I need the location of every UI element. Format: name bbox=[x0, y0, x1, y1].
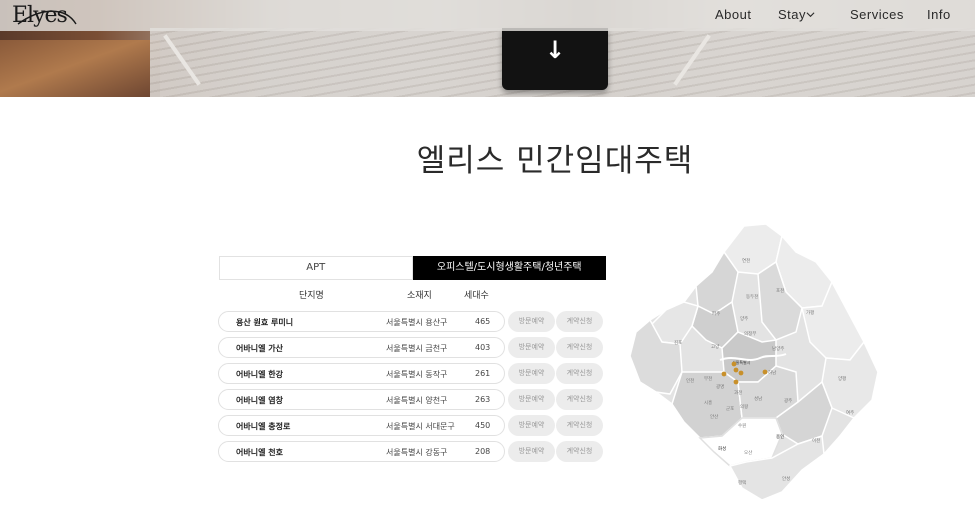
map-marker-icon[interactable] bbox=[733, 379, 739, 385]
complex-units: 261 bbox=[475, 369, 491, 378]
map-marker-icon[interactable] bbox=[721, 371, 727, 377]
visit-reservation-button[interactable]: 방문예약 bbox=[508, 415, 555, 436]
complex-units: 263 bbox=[475, 395, 491, 404]
map-label: 의왕 bbox=[740, 403, 748, 410]
visit-reservation-button[interactable]: 방문예약 bbox=[508, 441, 555, 462]
complex-name: 어바니엘 가산 bbox=[236, 344, 283, 353]
visit-reservation-button[interactable]: 방문예약 bbox=[508, 311, 555, 332]
complex-location: 서울특별시 동작구 bbox=[386, 370, 448, 379]
map-label: 양주 bbox=[740, 315, 748, 322]
complex-name: 용산 원효 루미니 bbox=[236, 318, 294, 327]
map-label: 파주 bbox=[712, 310, 720, 317]
map-label: 연천 bbox=[742, 257, 750, 264]
chevron-down-icon[interactable] bbox=[806, 10, 815, 19]
complex-units: 208 bbox=[475, 447, 491, 456]
complex-units: 450 bbox=[475, 421, 491, 430]
map-label: 광명 bbox=[716, 383, 724, 390]
map-label: 안산 bbox=[710, 413, 718, 420]
map-label: 수원 bbox=[738, 422, 746, 429]
complex-units: 465 bbox=[475, 317, 491, 326]
table-row[interactable]: 어바니엘 염창 서울특별시 양천구 263 bbox=[218, 389, 505, 410]
nav-services[interactable]: Services bbox=[850, 7, 904, 22]
table-row[interactable]: 용산 원효 루미니 서울특별시 용산구 465 bbox=[218, 311, 505, 332]
complex-location: 서울특별시 금천구 bbox=[386, 344, 448, 353]
contract-apply-button[interactable]: 계약신청 bbox=[556, 441, 603, 462]
map-label: 오산 bbox=[744, 449, 752, 456]
contract-apply-button[interactable]: 계약신청 bbox=[556, 389, 603, 410]
map-label: 부천 bbox=[704, 375, 712, 382]
table-row[interactable]: 어바니엘 천호 서울특별시 강동구 208 bbox=[218, 441, 505, 462]
complex-name: 어바니엘 천호 bbox=[236, 448, 283, 457]
map-label: 군포 bbox=[726, 406, 734, 412]
contract-apply-button[interactable]: 계약신청 bbox=[556, 311, 603, 332]
table-row[interactable]: 어바니엘 한강 서울특별시 동작구 261 bbox=[218, 363, 505, 384]
complex-location: 서울특별시 양천구 bbox=[386, 396, 448, 405]
map-label: 여주 bbox=[846, 409, 854, 416]
complex-units: 403 bbox=[475, 343, 491, 352]
header-location: 소재지 bbox=[407, 291, 432, 301]
category-tabs: APT 오피스텔/도시형생활주택/청년주택 bbox=[219, 256, 606, 280]
map-label: 이천 bbox=[812, 437, 820, 444]
gyeonggi-map: 연천 포천 동두천 파주 양주 가평 의정부 고양 남양주 김포 서울특별시 양… bbox=[629, 223, 879, 501]
complex-location: 서울특별시 강동구 bbox=[386, 448, 448, 457]
contract-apply-button[interactable]: 계약신청 bbox=[556, 337, 603, 358]
map-marker-icon[interactable] bbox=[731, 361, 737, 367]
map-label: 평택 bbox=[738, 479, 746, 486]
visit-reservation-button[interactable]: 방문예약 bbox=[508, 389, 555, 410]
header-units: 세대수 bbox=[464, 291, 489, 301]
map-label: 인천 bbox=[686, 377, 694, 384]
complex-name: 어바니엘 한강 bbox=[236, 370, 283, 379]
scroll-down-arrow-icon[interactable]: ↓ bbox=[545, 38, 565, 62]
map-marker-icon[interactable] bbox=[738, 370, 744, 376]
map-marker-icon[interactable] bbox=[733, 367, 739, 373]
hero-floor bbox=[0, 40, 160, 97]
header-complex-name: 단지명 bbox=[299, 291, 324, 301]
map-label: 김포 bbox=[674, 339, 682, 346]
nav-info[interactable]: Info bbox=[927, 7, 951, 22]
table-row[interactable]: 어바니엘 가산 서울특별시 금천구 403 bbox=[218, 337, 505, 358]
map-label: 안성 bbox=[782, 475, 790, 482]
top-nav: Elyes About Stay Services Info bbox=[0, 0, 975, 31]
map-label: 용인 bbox=[776, 433, 784, 440]
map-label: 가평 bbox=[806, 309, 814, 316]
map-label: 성남 bbox=[754, 395, 762, 402]
map-label: 남양주 bbox=[772, 345, 784, 352]
map-label: 포천 bbox=[776, 287, 784, 294]
visit-reservation-button[interactable]: 방문예약 bbox=[508, 363, 555, 384]
complex-location: 서울특별시 용산구 bbox=[386, 318, 448, 327]
map-label: 고양 bbox=[711, 343, 719, 350]
map-label: 시흥 bbox=[704, 399, 712, 406]
complex-location: 서울특별시 서대문구 bbox=[386, 422, 455, 431]
contract-apply-button[interactable]: 계약신청 bbox=[556, 415, 603, 436]
complex-name: 어바니엘 충정로 bbox=[236, 422, 291, 431]
tab-officetel[interactable]: 오피스텔/도시형생활주택/청년주택 bbox=[412, 256, 606, 280]
map-marker-icon[interactable] bbox=[762, 369, 768, 375]
nav-stay[interactable]: Stay bbox=[778, 7, 806, 22]
nav-about[interactable]: About bbox=[715, 7, 751, 22]
visit-reservation-button[interactable]: 방문예약 bbox=[508, 337, 555, 358]
table-row[interactable]: 어바니엘 충정로 서울특별시 서대문구 450 bbox=[218, 415, 505, 436]
map-label: 화성 bbox=[718, 445, 726, 452]
page-title: 엘리스 민간임대주택 bbox=[416, 143, 694, 179]
map-label: 양평 bbox=[838, 375, 846, 382]
map-label: 과천 bbox=[734, 389, 742, 396]
tab-apt[interactable]: APT bbox=[219, 256, 413, 280]
contract-apply-button[interactable]: 계약신청 bbox=[556, 363, 603, 384]
map-label: 하남 bbox=[768, 369, 776, 376]
complex-name: 어바니엘 염창 bbox=[236, 396, 283, 405]
map-label: 광주 bbox=[784, 397, 792, 404]
map-label: 의정부 bbox=[744, 330, 756, 337]
logo-swoosh-icon bbox=[17, 10, 77, 25]
map-label: 동두천 bbox=[746, 293, 758, 300]
